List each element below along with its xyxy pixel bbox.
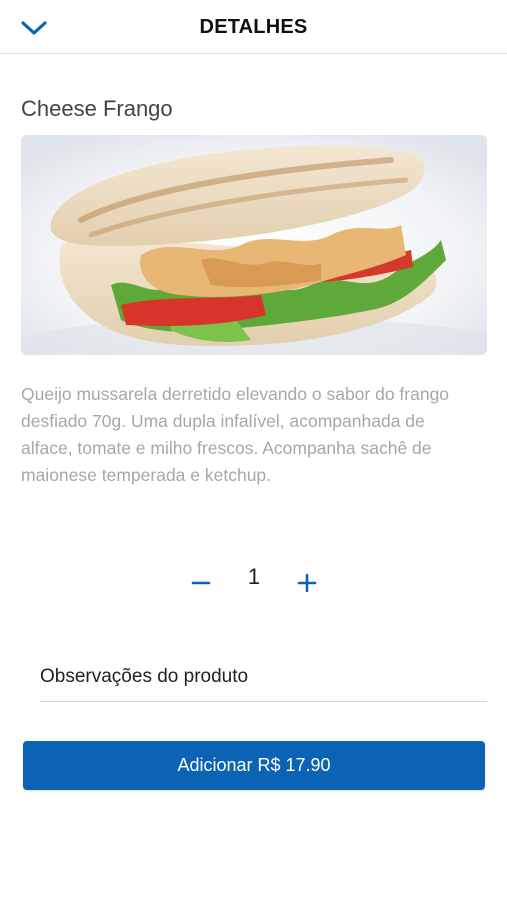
plus-icon	[297, 573, 317, 592]
product-description: Queijo mussarela derretido elevando o sa…	[21, 384, 450, 485]
top-bar: DETALHES	[0, 0, 507, 54]
product-name: Cheese Frango	[21, 96, 173, 121]
increase-quantity-button[interactable]	[287, 562, 327, 602]
minus-icon	[191, 581, 211, 585]
quantity-stepper: 1	[0, 560, 507, 604]
product-notes-field[interactable]	[40, 652, 487, 702]
product-image	[21, 135, 487, 355]
decrease-quantity-button[interactable]	[181, 562, 221, 602]
add-to-cart-button[interactable]: Adicionar R$ 17.90	[23, 741, 485, 790]
page-title: DETALHES	[199, 16, 308, 38]
quantity-value: 1	[247, 564, 261, 589]
